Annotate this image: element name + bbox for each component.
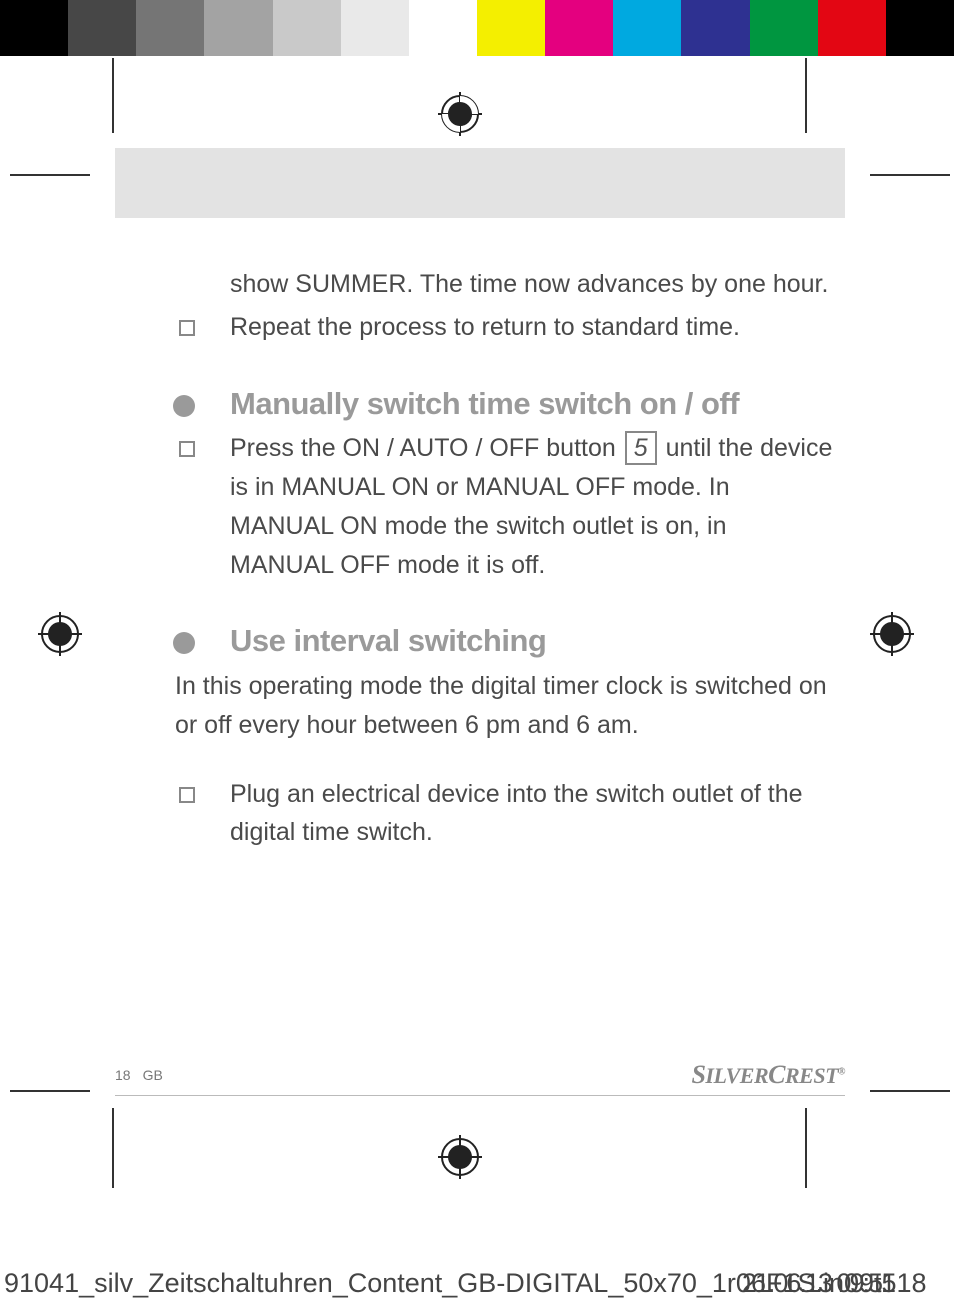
section-bullet-icon — [173, 395, 195, 417]
crop-mark — [112, 58, 114, 133]
registration-mark-icon — [438, 92, 482, 136]
registration-mark-icon — [438, 1135, 482, 1179]
step-text-part: Press the ON / AUTO / OFF button — [230, 434, 623, 462]
brand-part: ILVER — [705, 1063, 768, 1088]
checkbox-bullet-icon — [179, 787, 195, 803]
step-item: Press the ON / AUTO / OFF button 5 until… — [175, 429, 835, 584]
crop-mark — [870, 1090, 950, 1092]
brand-registered-icon: ® — [838, 1067, 845, 1078]
header-band — [115, 148, 845, 218]
checkbox-bullet-icon — [179, 320, 195, 336]
paragraph: show SUMMER. The time now advances by on… — [230, 265, 835, 304]
print-color-bar — [0, 0, 954, 56]
step-item: Plug an electrical device into the switc… — [175, 775, 835, 853]
brand-logo: SILVERCREST® — [691, 1060, 845, 1090]
brand-part: S — [691, 1060, 705, 1089]
crop-mark — [112, 1108, 114, 1188]
step-item: Repeat the process to return to standard… — [175, 308, 835, 347]
registration-mark-icon — [870, 612, 914, 656]
section-interval-switching: Use interval switching In this operating… — [175, 622, 835, 852]
section-heading: Manually switch time switch on / off — [230, 385, 835, 424]
section-manual-switch: Manually switch time switch on / off Pre… — [175, 385, 835, 585]
crop-mark — [805, 1108, 807, 1188]
section-bullet-icon — [173, 632, 195, 654]
crop-mark — [10, 1090, 90, 1092]
checkbox-bullet-icon — [179, 441, 195, 457]
paragraph: In this operating mode the digital timer… — [175, 667, 835, 745]
print-timestamp: 21.06.13 09:51 — [742, 1268, 894, 1299]
page-language: GB — [143, 1067, 163, 1083]
page-body: show SUMMER. The time now advances by on… — [175, 265, 835, 852]
section-heading: Use interval switching — [230, 622, 835, 661]
brand-part: C — [768, 1060, 785, 1089]
registration-mark-icon — [38, 612, 82, 656]
crop-mark — [10, 174, 90, 176]
page-number: 18 — [115, 1067, 131, 1083]
brand-part: REST — [785, 1063, 838, 1088]
print-filename-overlay: 91041_silv_Zeitschaltuhren_Content_GB-DI… — [0, 1268, 954, 1299]
crop-mark — [870, 174, 950, 176]
step-text: Repeat the process to return to standard… — [230, 313, 740, 341]
crop-mark — [805, 58, 807, 133]
reference-number-box: 5 — [625, 431, 657, 465]
footer-rule — [115, 1095, 845, 1096]
step-text: Plug an electrical device into the switc… — [230, 780, 803, 847]
